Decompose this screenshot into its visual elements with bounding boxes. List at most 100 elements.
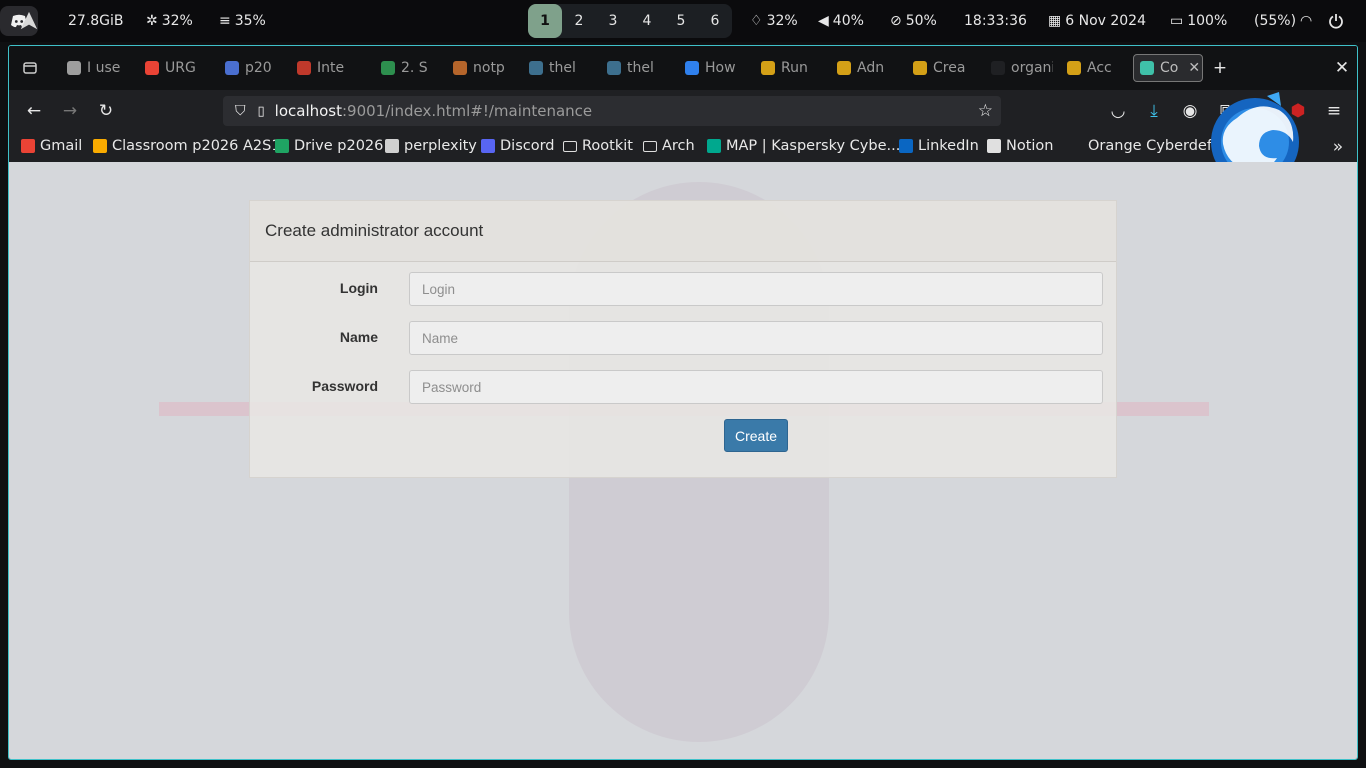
browser-tab[interactable]: thel [607,54,669,82]
bookmark-item[interactable]: Notion [987,138,1054,154]
volume-indicator[interactable]: ◀ 40% [818,0,864,42]
arch-logo-icon[interactable] [18,10,40,32]
brightness-indicator[interactable]: ♢ 32% [750,0,798,42]
tab-favicon-icon [607,61,621,75]
tab-label: thel [627,60,654,76]
menu-icon[interactable]: ≡ [1321,98,1347,124]
browser-tab[interactable]: Co ✕ [1133,54,1203,82]
bookmark-item[interactable]: MAP | Kaspersky Cybe... [707,138,900,154]
power-icon[interactable] [1328,0,1344,42]
tab-label: How [705,60,736,76]
tab-favicon-icon [145,61,159,75]
bookmark-label: LinkedIn [918,138,979,154]
browser-tab[interactable]: Adn [837,54,899,82]
new-tab-button[interactable]: + [1207,55,1233,81]
browser-tab[interactable]: Crea [913,54,975,82]
login-row: Login [250,272,1116,306]
date-indicator[interactable]: ▦ 6 Nov 2024 [1048,0,1146,42]
bookmark-item[interactable]: Gmail [21,138,82,154]
battery-indicator: ▭ 100% [1170,0,1227,42]
forward-arrow-icon[interactable]: → [57,98,83,124]
wifi-icon: ◠ [1300,13,1313,29]
bookmark-item[interactable]: LinkedIn [899,138,979,154]
workspace-3[interactable]: 3 [596,4,630,38]
bookmark-label: MAP | Kaspersky Cybe... [726,138,901,154]
bookmark-label: perplexity [404,138,477,154]
drive-icon [275,139,289,153]
browser-tab[interactable]: Inte [297,54,359,82]
navigation-bar: ← → ↻ ⛉ ▯ localhost:9001/index.html#!/ma… [9,90,1357,132]
browser-tab[interactable]: How [685,54,747,82]
cpu-icon: ✲ [146,13,158,29]
battery-value: 100% [1187,13,1228,29]
tab-label: thel [549,60,576,76]
tab-label: URG [165,60,196,76]
tab-favicon-icon [529,61,543,75]
bookmark-item[interactable]: Arch [643,138,695,154]
browser-tab[interactable]: thel [529,54,591,82]
login-input[interactable] [409,272,1103,306]
bookmark-item[interactable]: Rootkit [563,138,633,154]
create-button[interactable]: Create [724,419,788,452]
page-icon: ▯ [257,103,265,119]
login-label: Login [339,280,378,296]
gmail-icon [21,139,35,153]
bookmark-item[interactable]: Classroom p2026 A2S1 [93,138,281,154]
kaspersky-icon [707,139,721,153]
linkedin-icon [899,139,913,153]
browser-tab[interactable]: 2. S [381,54,443,82]
tab-favicon-icon [1067,61,1081,75]
browser-tab[interactable]: p20 [225,54,287,82]
folder-icon [643,140,657,152]
password-input[interactable] [409,370,1103,404]
page-content: Create administrator account Login Name … [9,162,1357,759]
downloads-icon[interactable]: ⤓ [1141,98,1167,124]
notion-icon [987,139,1001,153]
tab-favicon-icon [225,61,239,75]
browser-tab[interactable]: Run [761,54,823,82]
tab-favicon-icon [685,61,699,75]
password-label: Password [311,378,378,394]
workspace-1[interactable]: 1 [528,4,562,38]
tab-favicon-icon [913,61,927,75]
name-input[interactable] [409,321,1103,355]
workspace-switcher: 1 2 3 4 5 6 [528,4,732,38]
bookmark-star-icon[interactable]: ☆ [978,101,993,121]
tab-bar: I use URG p20 Inte 2. S notp thel thel How Run Adn… [9,46,1357,90]
bookmarks-overflow-icon[interactable]: » [1325,134,1351,160]
browser-tab[interactable]: I use [67,54,129,82]
discord-icon [481,139,495,153]
address-bar[interactable]: ⛉ ▯ localhost:9001/index.html#!/maintena… [223,96,1001,126]
password-row: Password [250,370,1116,404]
bookmark-item[interactable]: perplexity [385,138,477,154]
shield-icon[interactable]: ⛉ [235,103,246,119]
account-icon[interactable]: ◉ [1177,98,1203,124]
tab-label: 2. S [401,60,428,76]
workspace-6[interactable]: 6 [698,4,732,38]
browser-tab[interactable]: URG [145,54,207,82]
close-window-icon[interactable]: ✕ [1329,55,1355,81]
browser-tab[interactable]: notp [453,54,515,82]
mic-indicator[interactable]: ⊘ 50% [890,0,937,42]
bookmark-label: Notion [1006,138,1054,154]
tab-label: Inte [317,60,345,76]
calendar-icon: ▦ [1048,13,1062,29]
mic-muted-icon: ⊘ [890,13,902,29]
wifi-indicator[interactable]: (55%) ◠ [1254,0,1312,42]
workspace-4[interactable]: 4 [630,4,664,38]
workspace-2[interactable]: 2 [562,4,596,38]
bookmark-label: Drive p2026 [294,138,384,154]
bookmark-item[interactable]: Drive p2026 [275,138,383,154]
workspace-5[interactable]: 5 [664,4,698,38]
close-tab-icon[interactable]: ✕ [1188,60,1200,76]
back-arrow-icon[interactable]: ← [21,98,47,124]
bookmark-item[interactable]: Discord [481,138,555,154]
tab-overview-icon[interactable] [17,55,43,81]
pocket-icon[interactable]: ◡ [1105,98,1131,124]
tab-label: I use [87,60,121,76]
reload-icon[interactable]: ↻ [93,98,119,124]
browser-tab[interactable]: organis [991,54,1053,82]
memory-indicator: 27.8GiB [68,0,124,42]
tab-favicon-icon [453,61,467,75]
browser-tab[interactable]: Acc [1067,54,1129,82]
